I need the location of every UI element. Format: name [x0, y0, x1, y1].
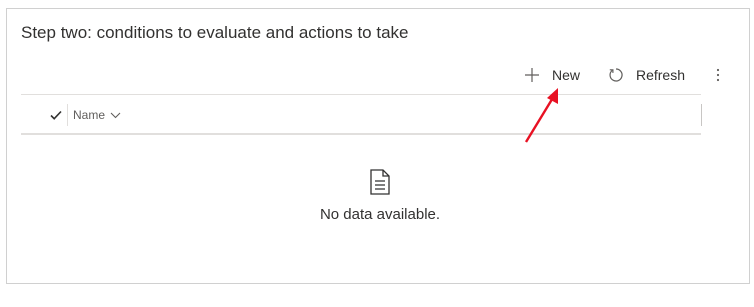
new-button-label: New	[551, 67, 580, 83]
grid-header-divider	[21, 133, 701, 135]
column-divider	[67, 104, 68, 126]
empty-state: No data available.	[21, 169, 739, 223]
document-icon	[369, 169, 391, 195]
toolbar-divider	[21, 94, 701, 95]
column-header-label: Name	[73, 108, 106, 122]
annotation-arrow	[524, 88, 558, 143]
column-resize-handle[interactable]	[701, 104, 702, 126]
checkmark-icon	[49, 109, 63, 126]
plus-icon	[522, 65, 542, 85]
refresh-icon	[606, 65, 626, 85]
grid-header: Name	[21, 102, 702, 132]
empty-state-message: No data available.	[319, 206, 441, 223]
column-header-name[interactable]: Name	[73, 108, 121, 122]
conditions-actions-panel: Step two: conditions to evaluate and act…	[6, 8, 750, 284]
chevron-down-icon	[110, 112, 121, 119]
section-title: Step two: conditions to evaluate and act…	[21, 23, 409, 42]
refresh-button-label: Refresh	[635, 67, 685, 83]
refresh-button[interactable]: Refresh	[606, 65, 685, 85]
more-commands-button[interactable]	[713, 65, 723, 85]
more-vertical-icon	[716, 68, 720, 82]
new-button[interactable]: New	[522, 65, 580, 85]
select-all-checkbox[interactable]	[49, 108, 65, 124]
